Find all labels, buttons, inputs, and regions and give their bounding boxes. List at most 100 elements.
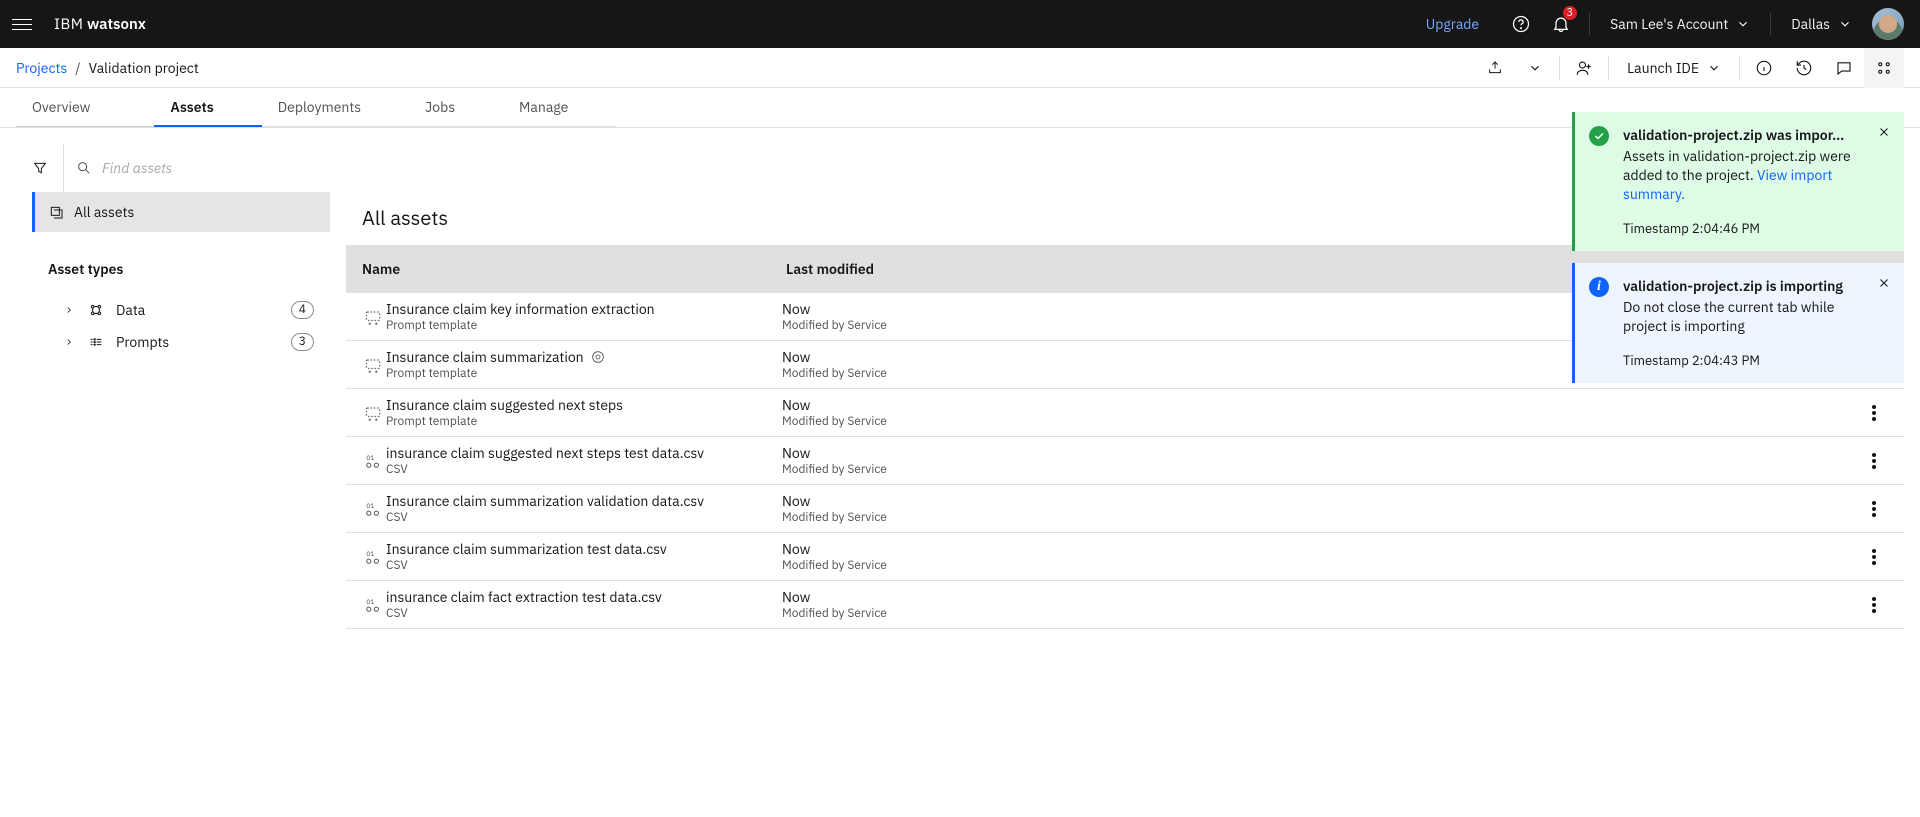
asset-modified-when: Now (782, 444, 1844, 462)
table-row[interactable]: 01 Insurance claim summarization test dat… (346, 533, 1904, 581)
toast-title: validation-project.zip is importing (1623, 277, 1864, 296)
asset-title: Insurance claim suggested next steps (386, 396, 782, 414)
toast-title: validation-project.zip was impor… (1623, 126, 1864, 145)
asset-type-prompts[interactable]: Prompts3 (32, 326, 330, 358)
brand: IBM watsonx (54, 15, 146, 34)
row-overflow-menu[interactable] (1844, 501, 1904, 517)
region-switcher[interactable]: Dallas (1779, 15, 1864, 33)
asset-modified-when: Now (782, 540, 1844, 558)
account-switcher[interactable]: Sam Lee's Account (1598, 15, 1762, 33)
table-row[interactable]: 01 Insurance claim summarization validati… (346, 485, 1904, 533)
search-icon (76, 160, 92, 176)
toast-close-icon[interactable] (1872, 271, 1896, 295)
tab-jobs[interactable]: Jobs (409, 88, 503, 127)
upgrade-link[interactable]: Upgrade (1426, 15, 1479, 33)
toast-success: validation-project.zip was impor…Assets … (1572, 112, 1904, 251)
tab-assets[interactable]: Assets (154, 88, 261, 127)
asset-kind-icon (346, 307, 386, 327)
chevron-right-icon (64, 337, 76, 347)
tab-overview[interactable]: Overview (16, 88, 154, 127)
asset-title: insurance claim suggested next steps tes… (386, 444, 782, 462)
svg-text:01: 01 (366, 549, 374, 558)
panel-icon[interactable] (1864, 48, 1904, 88)
notifications-icon[interactable]: 3 (1541, 0, 1581, 48)
asset-subtype: CSV (386, 606, 782, 621)
table-row[interactable]: 01 insurance claim suggested next steps t… (346, 437, 1904, 485)
stack-icon (48, 204, 64, 220)
row-overflow-menu[interactable] (1844, 453, 1904, 469)
asset-modified-by: Modified by Service (782, 462, 1844, 477)
asset-type-data[interactable]: Data 4 (32, 294, 330, 326)
region-name: Dallas (1791, 15, 1830, 33)
notification-badge: 3 (1563, 6, 1578, 20)
asset-kind-icon: 01 (346, 499, 386, 519)
asset-modified-by: Modified by Service (782, 558, 1844, 573)
asset-subtype: Prompt template (386, 366, 782, 381)
info-icon[interactable] (1744, 48, 1784, 88)
table-heading: All assets (362, 204, 448, 231)
tab-manage[interactable]: Manage (503, 88, 616, 127)
export-icon[interactable] (1475, 48, 1515, 88)
col-name[interactable]: Name (346, 260, 786, 278)
chevron-right-icon (64, 305, 76, 315)
history-icon[interactable] (1784, 48, 1824, 88)
asset-kind-icon (346, 403, 386, 423)
asset-subtype: Prompt template (386, 318, 782, 333)
asset-modified-when: Now (782, 396, 1844, 414)
export-chevron-icon[interactable] (1515, 48, 1555, 88)
toast-close-icon[interactable] (1872, 120, 1896, 144)
sidebar-all-assets-label: All assets (74, 203, 134, 221)
toast-timestamp: Timestamp 2:04:46 PM (1623, 220, 1864, 238)
add-collaborator-icon[interactable] (1564, 48, 1604, 88)
row-overflow-menu[interactable] (1844, 405, 1904, 421)
type-icon (88, 334, 104, 350)
row-overflow-menu[interactable] (1844, 549, 1904, 565)
asset-modified-when: Now (782, 588, 1844, 606)
asset-modified-when: Now (782, 492, 1844, 510)
asset-title: Insurance claim summarization validation… (386, 492, 782, 510)
sidebar-item-all-assets[interactable]: All assets (32, 192, 330, 232)
asset-subtype: Prompt template (386, 414, 782, 429)
toast-timestamp: Timestamp 2:04:43 PM (1623, 352, 1864, 370)
row-overflow-menu[interactable] (1844, 597, 1904, 613)
svg-text:01: 01 (366, 453, 374, 462)
launch-ide-button[interactable]: Launch IDE (1613, 59, 1735, 77)
table-row[interactable]: Insurance claim suggested next stepsProm… (346, 389, 1904, 437)
toast-status-icon: i (1589, 277, 1609, 297)
asset-subtype: CSV (386, 558, 782, 573)
brand-product: watsonx (87, 15, 146, 34)
chevron-down-icon (1838, 17, 1852, 31)
asset-kind-icon (346, 355, 386, 375)
asset-kind-icon: 01 (346, 451, 386, 471)
type-label: Data (116, 301, 279, 319)
svg-text:01: 01 (366, 597, 374, 606)
asset-modified-by: Modified by Service (782, 510, 1844, 525)
asset-title: Insurance claim key information extracti… (386, 300, 782, 318)
top-bar: IBM watsonx Upgrade 3 Sam Lee's Account … (0, 0, 1920, 48)
search-input[interactable] (102, 159, 334, 177)
type-icon (88, 302, 104, 318)
help-icon[interactable] (1501, 0, 1541, 48)
type-count: 4 (291, 301, 314, 319)
table-row[interactable]: 01 insurance claim fact extraction test d… (346, 581, 1904, 629)
asset-title: Insurance claim summarization test data.… (386, 540, 782, 558)
asset-title: Insurance claim summarization (386, 348, 782, 366)
toast-link[interactable]: View import summary. (1623, 166, 1832, 203)
asset-kind-icon: 01 (346, 547, 386, 567)
svg-text:01: 01 (366, 501, 374, 510)
hamburger-menu-icon[interactable] (12, 14, 32, 34)
breadcrumb-projects[interactable]: Projects (16, 59, 67, 77)
tab-deployments[interactable]: Deployments (262, 88, 409, 127)
asset-title: insurance claim fact extraction test dat… (386, 588, 782, 606)
asset-subtype: CSV (386, 462, 782, 477)
chevron-down-icon (1736, 17, 1750, 31)
user-avatar[interactable] (1872, 8, 1904, 40)
filter-icon[interactable] (16, 144, 64, 192)
account-name: Sam Lee's Account (1610, 15, 1728, 33)
asset-subtype: CSV (386, 510, 782, 525)
chevron-down-icon (1707, 61, 1721, 75)
comments-icon[interactable] (1824, 48, 1864, 88)
asset-modified-by: Modified by Service (782, 414, 1844, 429)
toast-stack: validation-project.zip was impor…Assets … (1572, 112, 1904, 383)
project-header: Projects / Validation project Launch IDE (0, 48, 1920, 88)
